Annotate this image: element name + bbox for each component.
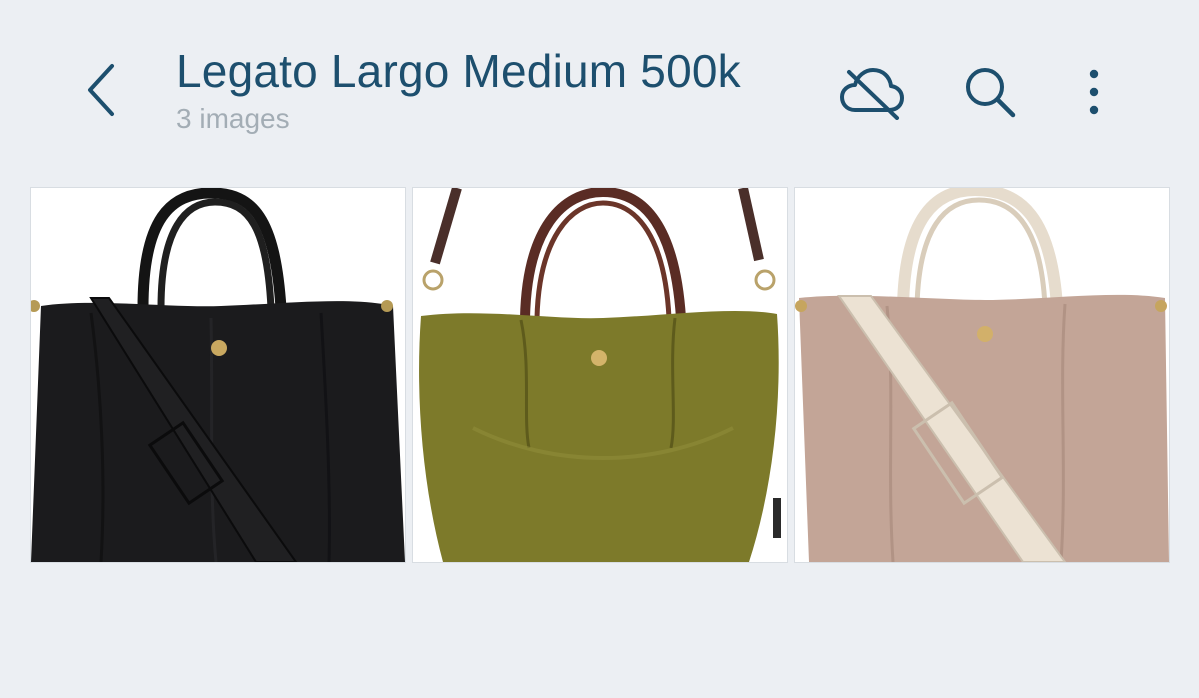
app-bar: Legato Largo Medium 500k 3 images xyxy=(0,0,1199,170)
search-icon xyxy=(966,68,1016,118)
gallery-thumbnail[interactable] xyxy=(794,187,1170,563)
search-button[interactable] xyxy=(954,58,1026,126)
gallery-thumbnail[interactable] xyxy=(412,187,788,563)
back-button[interactable] xyxy=(70,52,134,128)
taupe-bag-image xyxy=(795,188,1169,562)
title-block: Legato Largo Medium 500k 3 images xyxy=(176,44,741,136)
olive-bag-image xyxy=(413,188,787,562)
black-bag-image xyxy=(31,188,405,562)
more-options-button[interactable] xyxy=(1058,58,1130,126)
page-title: Legato Largo Medium 500k xyxy=(176,45,741,97)
image-grid xyxy=(30,187,1170,563)
cloud-sync-button[interactable] xyxy=(836,58,908,126)
cloud-off-icon xyxy=(840,68,904,120)
more-vertical-icon xyxy=(1089,69,1099,115)
gallery-screen: Legato Largo Medium 500k 3 images xyxy=(0,0,1199,698)
image-count: 3 images xyxy=(176,103,290,134)
gallery-thumbnail[interactable] xyxy=(30,187,406,563)
chevron-left-icon xyxy=(88,64,114,116)
